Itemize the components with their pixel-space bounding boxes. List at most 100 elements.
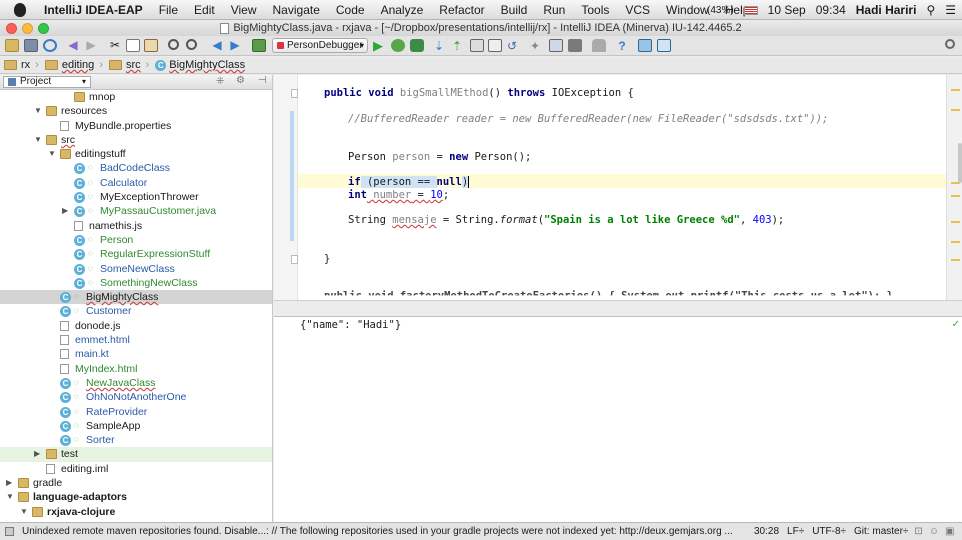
code-line-person[interactable]: Person person = new Person(); [348,151,531,163]
code-editor[interactable]: public void bigSmallMEthod() throws IOEx… [274,75,962,300]
tree-item-namethis-js[interactable]: namethis.js [0,219,272,233]
sdk-icon[interactable] [568,39,582,52]
debug-icon[interactable] [391,39,405,52]
code-line-method-signature[interactable]: public void bigSmallMEthod() throws IOEx… [324,87,634,99]
lock-icon[interactable]: ⊡ [914,526,922,537]
tree-item-regularexpressionstuff[interactable]: C ◌ RegularExpressionStuff [0,247,272,261]
vcs-update-icon[interactable]: ⇣ [434,39,448,53]
menu-code[interactable]: Code [328,0,373,20]
editor-split-divider[interactable] [274,300,962,316]
back-icon[interactable]: ◀ [210,39,224,52]
android-device-icon[interactable] [592,39,606,52]
tree-item-person[interactable]: C ◌ Person [0,233,272,247]
tree-item-mypassaucustomer-java[interactable]: ▶ C ◌ MyPassauCustomer.java [0,204,272,218]
tree-item-ohnonotanotherone[interactable]: C ◌ OhNoNotAnotherOne [0,390,272,404]
tree-item-bigmightyclass[interactable]: C ◌ BigMightyClass [0,290,272,305]
undo-icon[interactable]: ◀ [66,39,80,52]
menu-edit[interactable]: Edit [186,0,223,20]
save-icon[interactable] [24,39,38,52]
hide-panel-icon[interactable]: ⁜ [216,76,224,87]
menu-analyze[interactable]: Analyze [373,0,432,20]
tree-item-myindex-html[interactable]: MyIndex.html [0,362,272,376]
tree-item-mnop[interactable]: mnop [0,90,272,104]
spotlight-search-icon[interactable]: ⚲ [926,3,935,17]
project-structure-icon[interactable] [549,39,563,52]
tree-item-resources[interactable]: ▼ resources [0,104,272,118]
menu-build[interactable]: Build [493,0,536,20]
fold-marker-icon[interactable] [291,255,298,264]
sync-icon[interactable] [43,39,57,52]
caret-position[interactable]: 30:28 [754,526,779,537]
tree-item-mybundle-properties[interactable]: MyBundle.properties [0,119,272,133]
cut-icon[interactable]: ✂ [108,39,122,52]
warning-marker[interactable] [951,221,960,223]
expand-right-icon[interactable]: ▶ [6,476,12,490]
tree-item-src[interactable]: ▼ src [0,133,272,147]
code-line-int[interactable]: int number = 10; [348,189,449,201]
menu-run[interactable]: Run [535,0,573,20]
zoom-window-button[interactable] [38,23,49,34]
code-line-string[interactable]: String mensaje = String.format("Spain is… [348,214,784,226]
encoding-select[interactable]: UTF-8÷ [812,526,846,537]
code-line-close-brace[interactable]: } [324,253,330,265]
menu-tools[interactable]: Tools [573,0,617,20]
tree-item-calculator[interactable]: C ◌ Calculator [0,176,272,190]
replace-icon[interactable] [186,39,197,50]
git-branch-select[interactable]: Git: master÷ [854,526,908,537]
breadcrumb-bigmightyclass[interactable]: C BigMightyClass [155,59,251,71]
warning-marker[interactable] [951,109,960,111]
vcs-revert-icon[interactable]: ↺ [507,39,521,53]
expand-down-icon[interactable]: ▼ [20,505,28,519]
menu-navigate[interactable]: Navigate [265,0,328,20]
expand-down-icon[interactable]: ▼ [48,147,56,161]
run-icon[interactable]: ▶ [373,39,387,52]
time-label[interactable]: 09:34 [816,3,846,17]
notification-list-icon[interactable]: ☰ [945,3,956,17]
warning-marker[interactable] [951,195,960,197]
tree-item-emmet-html[interactable]: emmet.html [0,333,272,347]
tool-window-icon[interactable] [657,39,671,52]
search-everywhere-icon[interactable] [945,39,955,49]
close-window-button[interactable] [6,23,17,34]
copy-icon[interactable] [126,39,140,52]
redo-icon[interactable]: ▶ [84,39,98,52]
menu-view[interactable]: View [223,0,265,20]
paste-icon[interactable] [144,39,158,52]
tree-item-sampleapp[interactable]: C ◌ SampleApp [0,419,272,433]
settings-gear-icon[interactable]: ⚙ [236,75,245,86]
tree-item-editingstuff[interactable]: ▼ editingstuff [0,147,272,161]
tree-item-somethingnewclass[interactable]: C ◌ SomethingNewClass [0,276,272,290]
expand-right-icon[interactable]: ▶ [34,447,40,461]
fold-marker-icon[interactable] [291,89,298,98]
menu-file[interactable]: File [151,0,186,20]
help-icon[interactable]: ? [615,39,629,53]
tasks-icon[interactable] [638,39,652,52]
forward-icon[interactable]: ▶ [228,39,242,52]
warning-marker[interactable] [951,241,960,243]
vcs-change-marker[interactable] [290,111,294,241]
coverage-icon[interactable] [410,39,424,52]
code-line-if[interactable]: if (person == null) [348,176,470,188]
user-label[interactable]: Hadi Hariri [856,3,917,17]
editor-gutter[interactable] [274,75,298,300]
tree-item-somenewclass[interactable]: C ◌ SomeNewClass [0,262,272,276]
tree-item-language-adaptors[interactable]: ▼ language-adaptors [0,490,272,504]
breadcrumb-src[interactable]: src › [108,59,155,71]
menu-vcs[interactable]: VCS [617,0,658,20]
expand-right-icon[interactable]: ▶ [62,204,68,218]
event-log-icon[interactable]: ▣ [945,526,954,537]
make-project-icon[interactable] [252,39,266,52]
tree-item-donode-js[interactable]: donode.js [0,319,272,333]
flag-icon[interactable] [743,5,758,15]
run-configuration-select[interactable]: PersonDebugger ▾ [272,38,368,53]
collapse-all-icon[interactable]: ⊣ [258,75,267,86]
tree-item-badcodeclass[interactable]: C ◌ BadCodeClass [0,161,272,175]
editor-error-stripe[interactable] [946,75,962,300]
open-folder-icon[interactable] [5,39,19,52]
code-line-partial[interactable]: public void factoryMethodToCreateFactori… [324,290,893,295]
tool-windows-icon[interactable] [5,527,14,536]
code-line-comment[interactable]: //BufferedReader reader = new BufferedRe… [348,113,828,125]
expand-down-icon[interactable]: ▼ [6,490,14,504]
tree-item-gradle[interactable]: ▶ gradle [0,476,272,490]
apple-icon[interactable] [14,2,26,17]
